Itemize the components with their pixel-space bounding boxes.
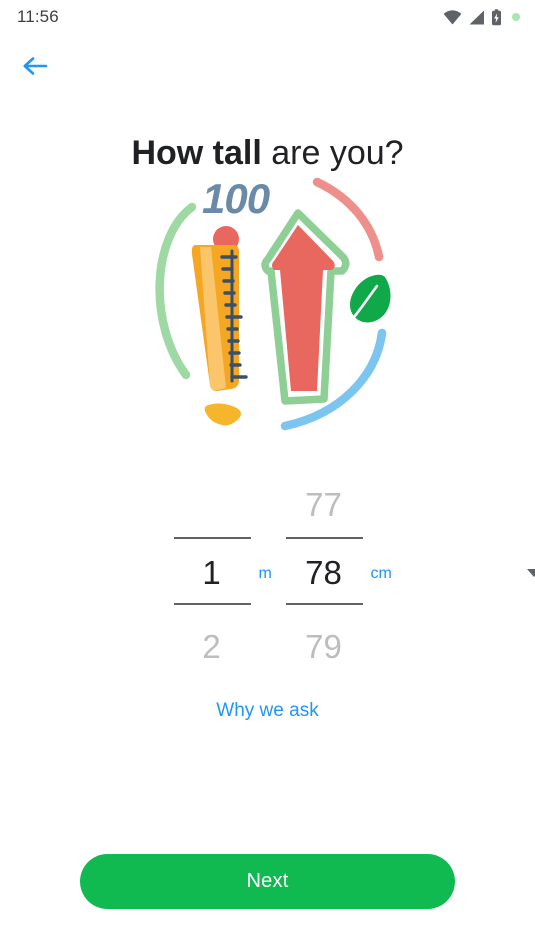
height-picker: 1 2 m 77 78 79 cm — [0, 470, 535, 670]
centimeters-value-below[interactable]: 79 — [285, 630, 363, 663]
ruler-icon — [191, 245, 248, 391]
meters-value-selected[interactable]: 1 — [173, 556, 251, 589]
meters-picker[interactable]: 1 2 m — [173, 470, 272, 670]
height-measure-illustration: 100 — [128, 165, 408, 445]
centimeters-picker[interactable]: 77 78 79 cm — [285, 470, 535, 670]
centimeters-value-selected[interactable]: 78 — [285, 556, 363, 589]
centimeters-unit-label[interactable]: cm — [371, 565, 392, 583]
status-bar: 11:56 — [0, 0, 535, 34]
wifi-icon — [443, 9, 462, 25]
meters-unit-label[interactable]: m — [259, 565, 272, 583]
meters-divider-top — [173, 537, 251, 539]
back-button[interactable] — [12, 48, 58, 88]
centimeters-value-above[interactable]: 77 — [285, 488, 363, 521]
why-we-ask-link[interactable]: Why we ask — [0, 700, 535, 722]
centimeters-divider-top — [285, 537, 363, 539]
meters-divider-bottom — [173, 603, 251, 605]
centimeters-divider-bottom — [285, 603, 363, 605]
status-bar-time: 11:56 — [17, 7, 59, 26]
meters-value-below[interactable]: 2 — [173, 630, 251, 663]
accent-shape — [204, 403, 241, 426]
arc-green — [154, 202, 196, 380]
next-button[interactable]: Next — [80, 854, 455, 909]
back-arrow-icon — [22, 54, 49, 83]
arrow-up-icon — [260, 209, 349, 405]
signal-icon — [468, 10, 485, 25]
leaf-icon — [349, 274, 391, 323]
recording-dot-icon — [512, 13, 520, 21]
status-bar-icons — [443, 8, 520, 26]
chevron-down-icon[interactable] — [526, 569, 535, 577]
illustration-number: 100 — [202, 175, 270, 222]
battery-charging-icon — [491, 8, 502, 26]
